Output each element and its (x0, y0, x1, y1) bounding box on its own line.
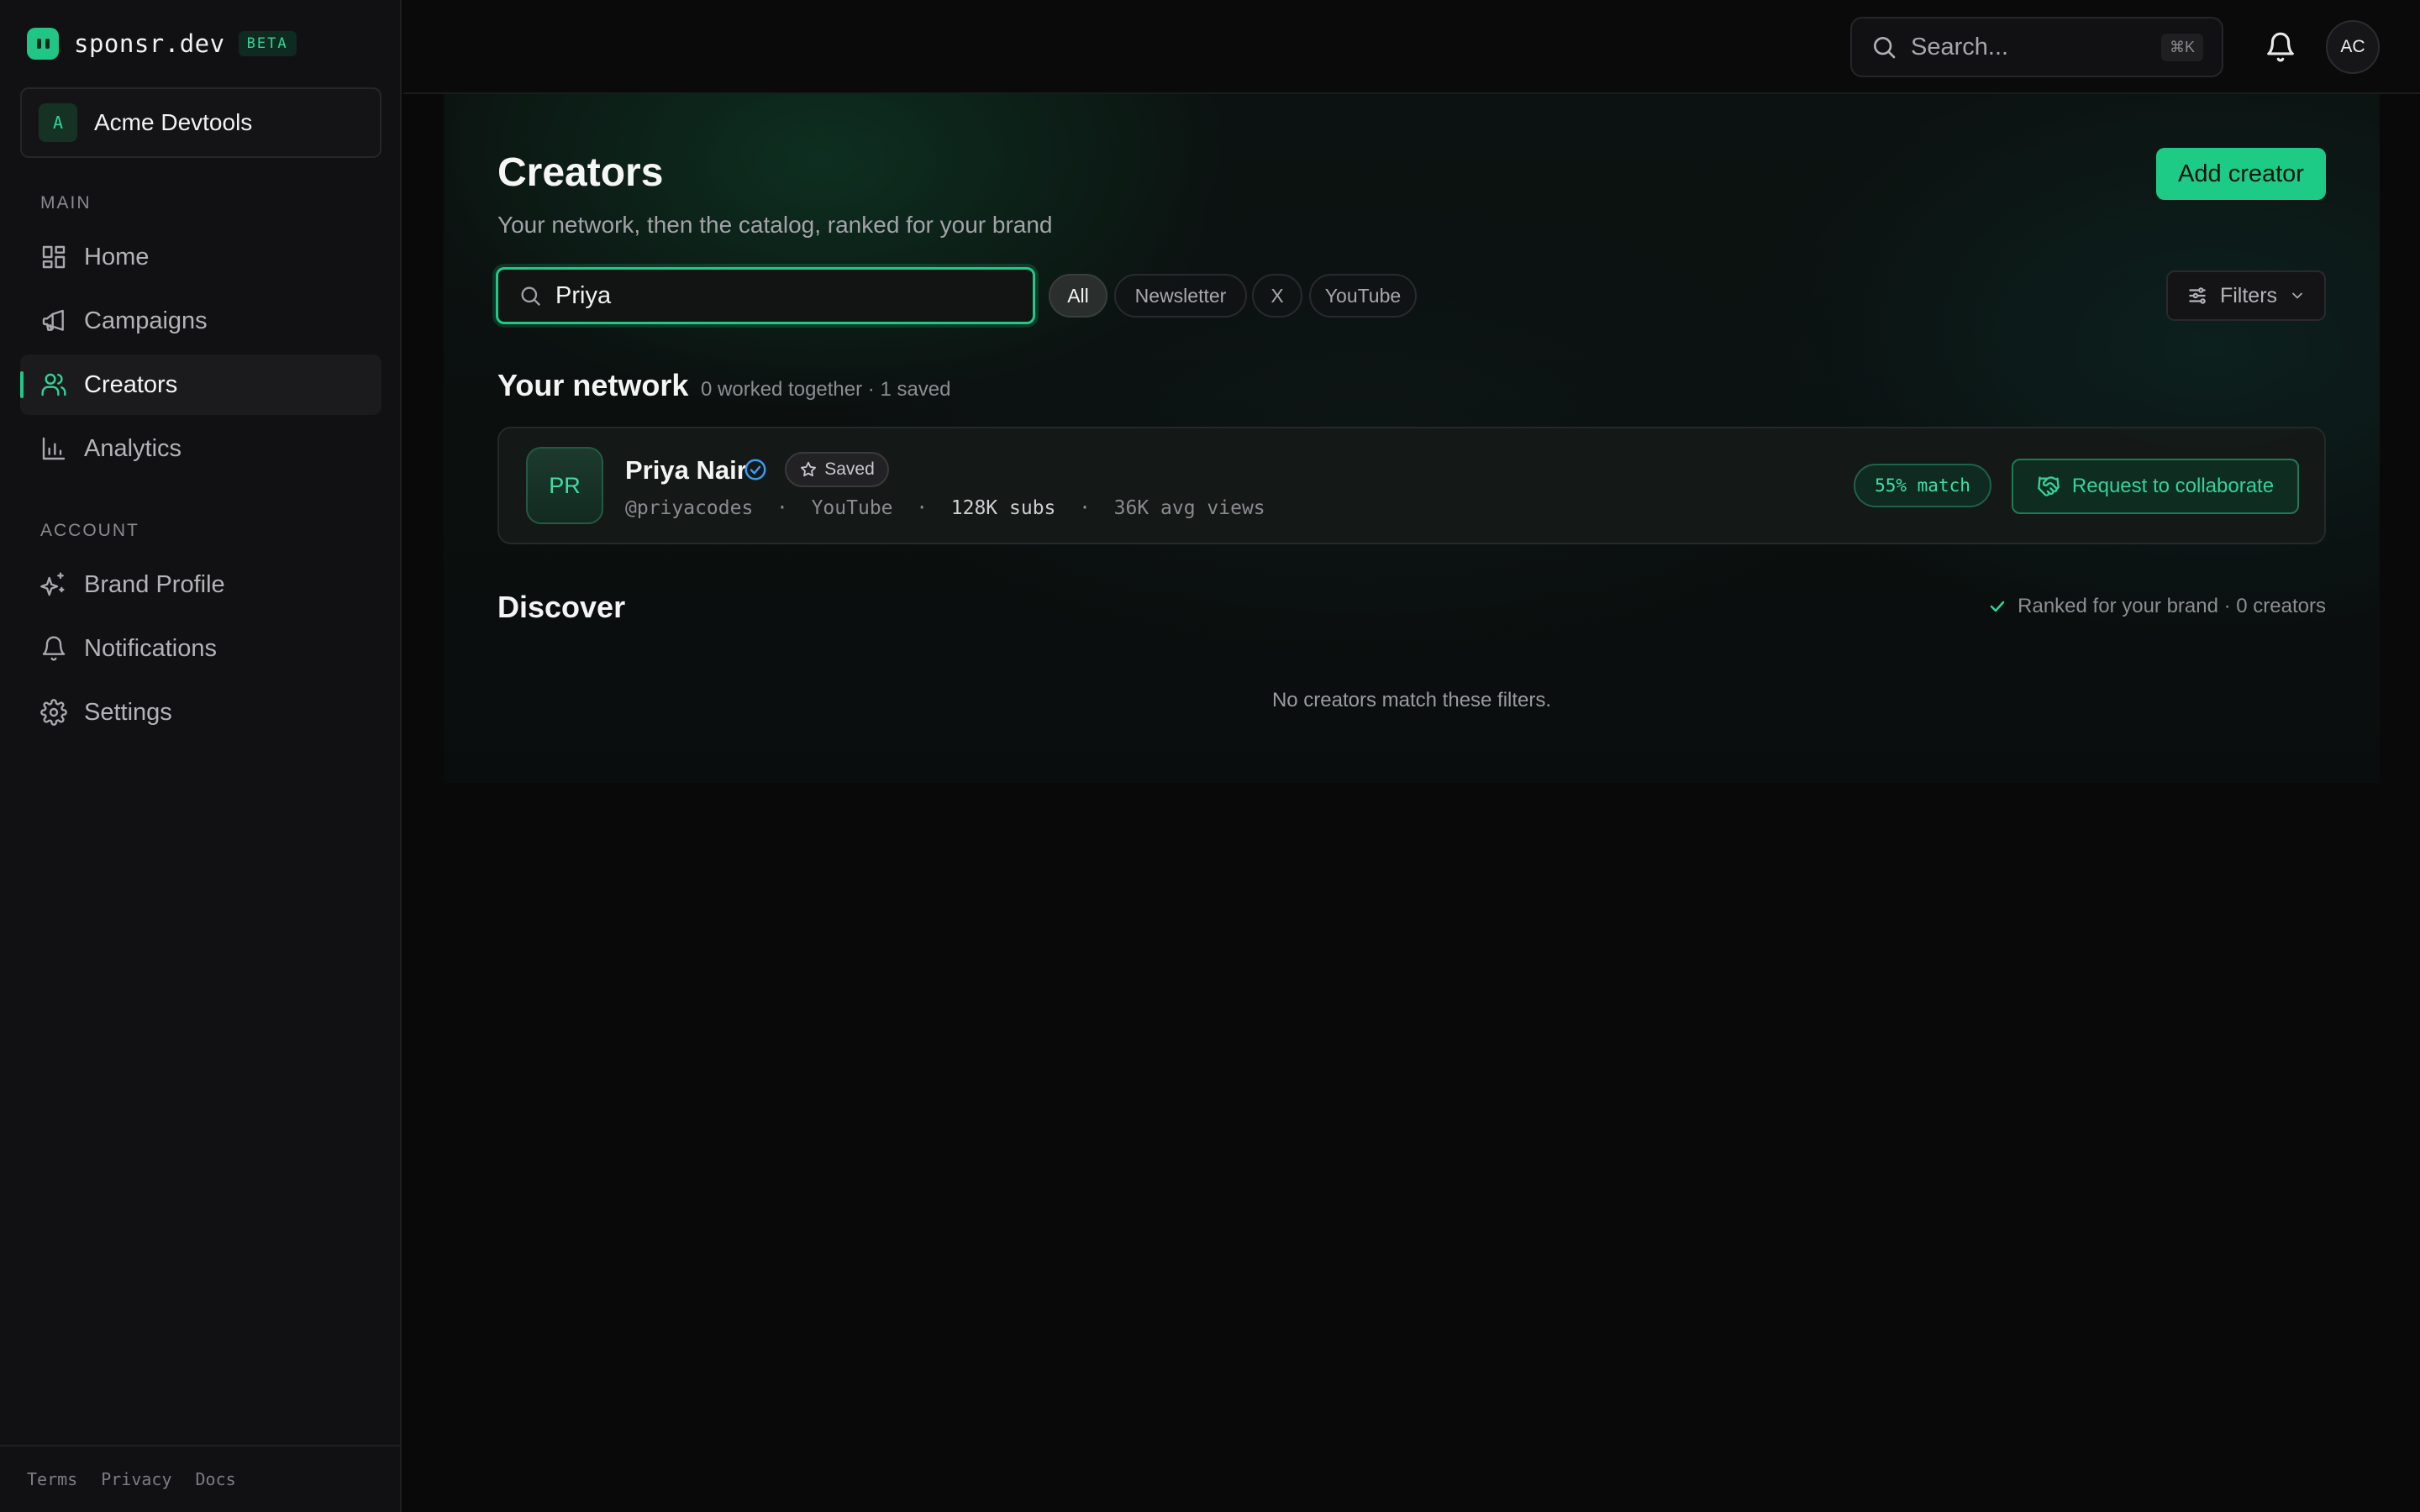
terms-link[interactable]: Terms (27, 1469, 77, 1489)
network-heading: Your network (497, 368, 689, 402)
request-collaborate-button[interactable]: Request to collaborate (2012, 459, 2299, 514)
global-search[interactable]: ⌘K (1850, 17, 2223, 77)
filters-button[interactable]: Filters (2166, 270, 2326, 321)
star-icon (801, 461, 817, 477)
sidebar-item-label: Home (84, 243, 150, 270)
search-icon (1874, 37, 1896, 59)
verified-icon (744, 459, 766, 480)
section-label-main: MAIN (40, 193, 92, 213)
megaphone-icon (42, 309, 64, 331)
page-subtitle: Your network, then the catalog, ranked f… (497, 212, 1053, 238)
notifications-button[interactable] (2259, 25, 2302, 69)
topbar: ⌘K AC (403, 0, 2420, 94)
sidebar-item-label: Notifications (84, 634, 217, 662)
creator-card[interactable]: PR Priya Nair Saved @priyacodes · YouTub… (497, 427, 2326, 544)
creator-avatar: PR (526, 447, 603, 524)
section-label-account: ACCOUNT (40, 521, 139, 540)
creator-search[interactable] (496, 267, 1035, 324)
sidebar-item-notifications[interactable]: Notifications (20, 618, 381, 679)
global-search-input[interactable] (1911, 33, 2163, 61)
search-icon (521, 286, 540, 306)
ranked-text: Ranked for your brand · 0 creators (2018, 595, 2326, 617)
creator-handle: @priyacodes (625, 497, 754, 519)
brand[interactable]: sponsr.dev BETA (27, 25, 297, 62)
chevron-down-icon (2292, 292, 2302, 299)
docs-link[interactable]: Docs (196, 1469, 236, 1489)
add-creator-button[interactable]: Add creator (2156, 148, 2326, 200)
grid-icon (42, 245, 66, 269)
sidebar-item-label: Analytics (84, 434, 182, 462)
creator-search-input[interactable] (555, 281, 1026, 310)
bell-icon (2267, 32, 2294, 62)
sidebar-item-creators[interactable]: Creators (20, 354, 381, 415)
filters-label: Filters (2219, 283, 2278, 307)
discover-heading: Discover (497, 590, 626, 624)
workspace-avatar: A (39, 103, 77, 142)
bar-chart-icon (42, 437, 66, 460)
privacy-link[interactable]: Privacy (101, 1469, 171, 1489)
gear-icon (40, 699, 67, 726)
sparkles-icon (40, 572, 65, 596)
creator-avg-views: 36K avg views (1113, 497, 1265, 519)
sidebar: sponsr.dev BETA A Acme Devtools MAIN Hom… (0, 0, 402, 1512)
filter-chip-newsletter[interactable]: Newsletter (1114, 274, 1247, 318)
user-avatar[interactable]: AC (2326, 20, 2380, 74)
sidebar-item-campaigns[interactable]: Campaigns (20, 291, 381, 351)
empty-state: No creators match these filters. (1271, 689, 1552, 711)
filter-chip-youtube[interactable]: YouTube (1309, 274, 1417, 318)
ranked-status: Ranked for your brand · 0 creators (1987, 595, 2326, 618)
beta-badge: BETA (238, 31, 297, 56)
brand-name: sponsr.dev (74, 29, 225, 58)
sidebar-item-label: Brand Profile (84, 570, 225, 598)
check-icon (1990, 601, 2005, 612)
match-badge: 55% match (1854, 464, 1991, 507)
creator-name[interactable]: Priya Nair (625, 455, 747, 486)
sidebar-item-label: Settings (84, 698, 172, 726)
sidebar-item-label: Creators (84, 370, 178, 398)
workspace-name: Acme Devtools (94, 109, 253, 135)
filter-chip-all[interactable]: All (1049, 274, 1107, 318)
workspace-switcher[interactable]: A Acme Devtools (20, 87, 381, 158)
creator-subs: 128K subs (950, 497, 1056, 519)
shortcut-hint: ⌘K (2160, 34, 2203, 61)
brand-logo-icon (27, 28, 59, 60)
bell-icon (42, 636, 66, 661)
sliders-icon (2189, 287, 2206, 304)
creator-platform: YouTube (811, 497, 893, 519)
handshake-icon (2038, 476, 2060, 496)
network-meta: 0 worked together · 1 saved (701, 378, 951, 401)
sidebar-item-label: Campaigns (84, 307, 208, 334)
saved-badge[interactable]: Saved (785, 452, 889, 487)
users-icon (41, 373, 66, 396)
sidebar-item-analytics[interactable]: Analytics (20, 418, 381, 479)
sidebar-item-home[interactable]: Home (20, 227, 381, 287)
creator-stats: @priyacodes · YouTube · 128K subs · 36K … (625, 497, 1265, 519)
saved-label: Saved (824, 459, 875, 479)
page-title: Creators (497, 150, 664, 195)
request-collaborate-label: Request to collaborate (2071, 475, 2275, 497)
sidebar-item-settings[interactable]: Settings (20, 682, 381, 743)
filter-chip-x[interactable]: X (1252, 274, 1302, 318)
sidebar-footer: Terms Privacy Docs (0, 1445, 400, 1512)
sidebar-item-brand-profile[interactable]: Brand Profile (20, 554, 381, 615)
